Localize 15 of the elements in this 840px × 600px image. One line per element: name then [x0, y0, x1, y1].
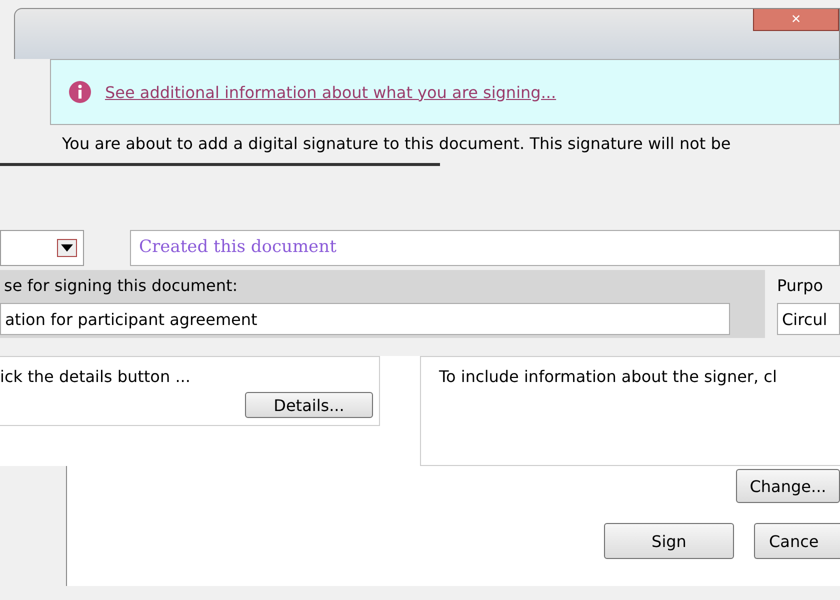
sign-button[interactable]: Sign	[604, 523, 734, 559]
purpose-side-label: Purpo	[777, 276, 824, 295]
purpose-field[interactable]: ation for participant agreement	[0, 303, 730, 335]
signer-hint: To include information about the signer, cl	[439, 367, 777, 386]
cancel-button[interactable]: Cance	[754, 523, 840, 559]
info-icon	[69, 81, 91, 103]
purpose-side-field[interactable]: Circul	[777, 303, 840, 335]
details-button[interactable]: Details...	[245, 392, 373, 418]
purpose-label: se for signing this document:	[3, 276, 239, 295]
info-link[interactable]: See additional information about what you are signing...	[105, 82, 556, 102]
details-hint: ick the details button ...	[0, 367, 190, 386]
commitment-dropdown[interactable]	[0, 230, 84, 266]
commitment-field[interactable]: Created this document	[130, 230, 840, 266]
change-button[interactable]: Change...	[736, 469, 840, 503]
intro-text: You are about to add a digital signature to this document. This signature will not be	[62, 133, 731, 155]
